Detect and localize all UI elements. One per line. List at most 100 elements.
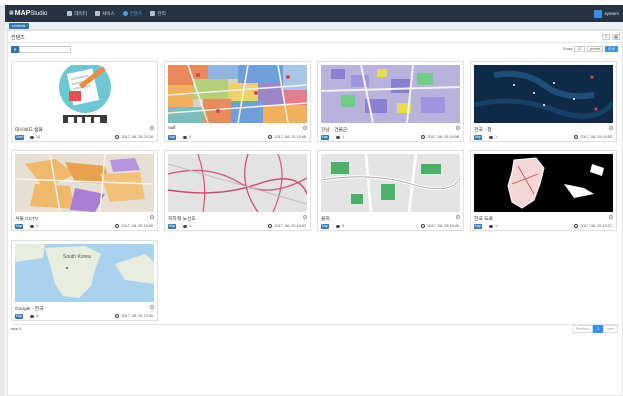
gear-icon[interactable] [303, 215, 307, 219]
gear-icon[interactable] [150, 215, 154, 219]
gear-icon[interactable] [609, 126, 613, 130]
thumbnail-google-korea-map: South Korea [15, 244, 154, 302]
view-count: 10 [30, 135, 40, 139]
nav-item-label: 컨텐츠 [129, 10, 143, 16]
content-card[interactable]: 블럭 Map 0 2017. 08. 25 19:40 [317, 150, 464, 231]
show-label: Show [562, 47, 573, 51]
grid-view-icon[interactable]: ▦ [612, 34, 620, 40]
nav-item-data[interactable]: 데이터 [67, 11, 87, 17]
modified-date: 2017. 08. 25 19:40 [421, 224, 459, 228]
view-count-value: 1 [342, 135, 345, 139]
nav-item-service[interactable]: 서비스 [95, 11, 115, 17]
eye-icon [183, 135, 187, 139]
tools-icon [150, 11, 156, 16]
thumbnail-zoning-map [168, 65, 307, 123]
content-card[interactable]: 한국 도로 Map 1 2017. 08. 25 19:37 [470, 150, 617, 231]
eye-icon [489, 224, 493, 228]
user-menu[interactable]: system [594, 9, 619, 18]
content-card[interactable]: 지하철 노선도 Map 1 2017. 08. 25 19:43 [164, 150, 311, 231]
total-count: total 9 [11, 327, 22, 331]
modified-date: 2017. 08. 25 19:50 [574, 135, 612, 139]
card-title: 서울 CCTV [15, 217, 39, 222]
date-value: 2017. 08. 25 19:46 [274, 135, 306, 139]
previous-page-button[interactable]: Previous [571, 325, 594, 333]
top-navbar: ▦ MAP Studio 데이터 서비스 컨텐츠 관리 system [5, 5, 623, 22]
view-count-value: 1 [495, 224, 498, 228]
view-count-value: 0 [189, 135, 192, 139]
view-count: 0 [183, 135, 191, 139]
logo-subtext: Studio [30, 10, 48, 17]
nav-item-label: 서비스 [102, 10, 115, 16]
view-count: 1 [183, 224, 191, 228]
gear-icon[interactable] [150, 126, 154, 130]
view-count: 3 [30, 314, 38, 318]
gear-icon[interactable] [456, 126, 460, 130]
card-title: 전국 - 청 [474, 128, 492, 133]
clock-icon [268, 135, 273, 139]
list-view-icon[interactable]: ≡ [602, 34, 610, 40]
eye-icon [336, 224, 340, 228]
view-count: 1 [489, 135, 497, 139]
page-size-select[interactable]: 12 [574, 46, 585, 52]
tab-contents[interactable]: contents [9, 23, 29, 29]
eye-icon [30, 314, 34, 318]
eye-icon [336, 135, 340, 139]
card-title: 대시보드 샘플 [15, 128, 43, 133]
clock-icon [421, 224, 426, 228]
type-badge: Map [15, 224, 24, 229]
globe-icon [95, 11, 100, 16]
view-count-value: 3 [36, 314, 39, 318]
clock-icon [115, 314, 120, 318]
view-count-value: 10 [36, 135, 41, 139]
modified-date: 2017. 08. 25 19:37 [574, 224, 612, 228]
date-value: 2017. 08. 25 19:35 [121, 314, 153, 318]
clock-icon [421, 135, 426, 139]
logo-text: MAP [14, 10, 31, 17]
type-badge: Map [321, 135, 330, 140]
modified-date: 2017. 08. 25 19:58 [421, 135, 459, 139]
type-badge: Map [321, 224, 330, 229]
clock-icon [574, 224, 579, 228]
gear-icon[interactable] [150, 305, 154, 309]
date-value: 2017. 08. 28 20:28 [121, 135, 153, 139]
content-card[interactable]: null Map 0 2017. 08. 25 19:46 [164, 61, 311, 142]
app-logo[interactable]: ▦ MAP Studio [9, 10, 47, 17]
content-card[interactable]: South Korea Google - 한국 Map 3 2017. 08. … [11, 240, 158, 321]
page-button[interactable]: 1 [593, 325, 604, 333]
view-count-value: 1 [36, 224, 39, 228]
type-badge: Map [474, 224, 483, 229]
view-toggle-group: ≡ ▦ [602, 34, 620, 40]
view-count-value: 0 [342, 224, 345, 228]
nav-item-contents[interactable]: 컨텐츠 [122, 10, 143, 17]
view-count: 0 [336, 224, 344, 228]
date-value: 2017. 08. 25 19:37 [580, 224, 612, 228]
gear-icon[interactable] [303, 126, 307, 130]
content-card[interactable]: 서울 CCTV Map 1 2017. 08. 25 19:48 [11, 150, 158, 231]
eye-icon [30, 135, 34, 139]
new-content-button[interactable]: 신규 [605, 46, 618, 52]
card-title: null [168, 126, 176, 131]
search-input[interactable] [19, 46, 71, 53]
eye-icon [30, 224, 34, 228]
card-title: 지하철 노선도 [168, 217, 196, 222]
nav-item-admin[interactable]: 관리 [150, 11, 166, 17]
type-badge: Map [474, 135, 483, 140]
view-count: 1 [30, 224, 38, 228]
card-title: 블럭 [321, 217, 330, 222]
type-badge: Map [168, 224, 177, 229]
modified-date: 2017. 08. 25 19:35 [115, 314, 153, 318]
search-icon[interactable]: ⚲ [11, 46, 19, 53]
thumbnail-blog [15, 65, 154, 123]
content-card[interactable]: 전국 - 청 Map 1 2017. 08. 25 19:50 [470, 61, 617, 142]
clock-icon [115, 224, 120, 228]
contents-icon [122, 11, 128, 16]
next-page-button[interactable]: Next [603, 325, 618, 333]
view-count-value: 1 [495, 135, 498, 139]
content-card[interactable]: 강남 - 건물군 Map 1 2017. 08. 25 19:58 [317, 61, 464, 142]
footer-divider [11, 324, 620, 325]
view-count-value: 1 [189, 224, 192, 228]
content-card[interactable]: 대시보드 샘플 Dash 10 2017. 08. 28 20:28 [11, 61, 158, 142]
sort-select[interactable]: ymmd [586, 46, 603, 52]
gear-icon[interactable] [456, 215, 460, 219]
gear-icon[interactable] [609, 215, 613, 219]
